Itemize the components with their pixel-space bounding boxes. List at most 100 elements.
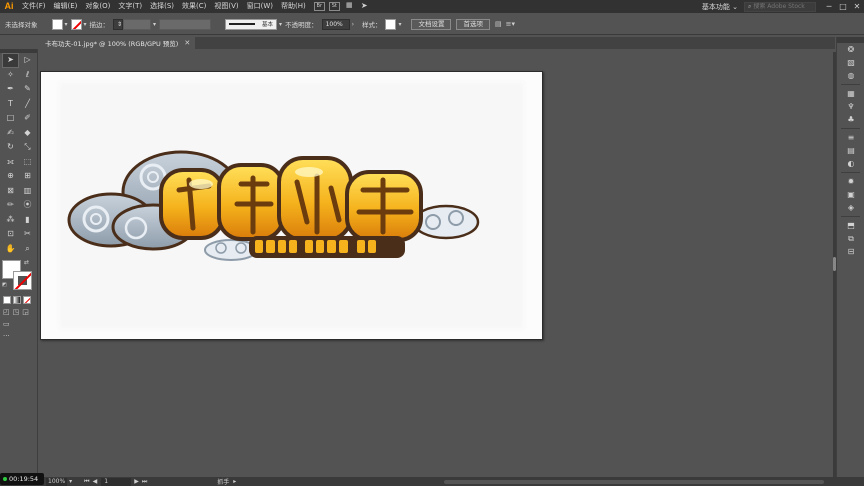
perspective-icon[interactable]: ⊞ [19,169,36,184]
stroke-icon[interactable]: ≡ [837,131,864,144]
chevron-right-icon[interactable]: › [352,21,354,28]
more-tools-icon[interactable]: ··· [3,332,10,340]
graph-icon[interactable]: ▮ [19,213,36,228]
menu-window[interactable]: 窗口(W) [243,0,277,13]
align-icon[interactable]: ⊟ [837,245,864,258]
workspace-switcher[interactable]: 基本功能 ⌄ [696,2,744,12]
swatches-icon[interactable]: ▦ [837,87,864,100]
slice-icon[interactable]: ✂ [19,227,36,242]
gradient-mode-icon[interactable] [13,296,21,304]
chevron-down-icon[interactable]: ▾ [84,21,87,28]
stock-search-input[interactable] [753,3,814,10]
bridge-button[interactable]: Br [313,2,325,11]
lasso-icon[interactable]: ℓ [19,68,36,83]
layers-icon[interactable]: ◈ [837,201,864,214]
links-icon[interactable]: ⧉ [837,232,864,245]
close-button[interactable]: ✕ [850,0,864,13]
menu-object[interactable]: 对象(O) [81,0,114,13]
type-icon[interactable]: T [2,97,19,112]
pen-icon[interactable]: ✒ [2,82,19,97]
menu-view[interactable]: 视图(V) [210,0,242,13]
libraries-icon[interactable]: ▧ [837,56,864,69]
stroke-swatch[interactable] [70,18,82,30]
stock-button[interactable]: St [328,2,340,11]
opacity-field[interactable]: 100% [321,18,350,30]
artboard-icon[interactable]: ⊡ [2,227,19,242]
color-icon[interactable]: ◍ [837,69,864,82]
shape-builder-icon[interactable]: ⊕ [2,169,19,184]
brushes-icon[interactable]: ♆ [837,100,864,113]
line-icon[interactable]: ╱ [19,97,36,112]
status-arrow-icon[interactable]: ▸ [233,478,236,485]
draw-behind-icon[interactable]: ◳ [13,308,20,316]
preferences-button[interactable]: 首选项 [456,18,490,30]
panel-menu-icon[interactable]: ≡▾ [506,20,515,28]
graphic-styles-icon[interactable]: ▣ [837,188,864,201]
menu-help[interactable]: 帮助(H) [277,0,310,13]
brush-definition[interactable]: 基本 [225,18,278,30]
menu-effect[interactable]: 效果(C) [178,0,210,13]
zoom-level-field[interactable]: 100% [46,477,68,486]
zoom-dropdown-icon[interactable]: ▾ [69,478,72,485]
symbol-sprayer-icon[interactable]: ⁂ [2,213,19,228]
kabu-kungfu-logo-image[interactable] [41,72,543,340]
stroke-color-box[interactable] [13,271,32,290]
free-transform-icon[interactable]: ⬚ [19,155,36,170]
opacity-label[interactable]: 不透明度： [285,19,318,29]
gradient-icon[interactable]: ▥ [19,184,36,199]
last-artboard-icon[interactable]: ⏭ [142,478,147,486]
none-mode-icon[interactable] [23,296,31,304]
draw-normal-icon[interactable]: ◰ [3,308,10,316]
horizontal-scrollbar[interactable] [444,479,824,484]
curvature-icon[interactable]: ✎ [19,82,36,97]
width-icon[interactable]: ⟗ [2,155,19,170]
artboard-number-field[interactable]: 1 [101,477,132,486]
hand-icon[interactable]: ✋ [2,242,19,257]
selection-arrow-icon[interactable]: ➤ [2,53,19,68]
color-mode-icon[interactable] [3,296,11,304]
menu-select[interactable]: 选择(S) [146,0,178,13]
shaper-icon[interactable]: ✍ [2,126,19,141]
arrange-documents-icon[interactable]: ▦ [344,2,355,11]
mesh-icon[interactable]: ⊠ [2,184,19,199]
graphic-style-swatch[interactable] [385,18,397,30]
rectangle-icon[interactable]: □ [2,111,19,126]
maximize-button[interactable]: □ [836,0,850,13]
default-fill-stroke-icon[interactable]: ◩ [2,282,7,288]
eyedropper-icon[interactable]: ✏ [2,198,19,213]
chevron-down-icon[interactable]: ▾ [398,21,401,28]
transparency-icon[interactable]: ◐ [837,157,864,170]
appearance-icon[interactable]: ✹ [837,175,864,188]
stroke-weight-stepper[interactable]: ⇕ [113,18,124,30]
blend-icon[interactable]: ⦿ [19,198,36,213]
prev-artboard-icon[interactable]: ◀ [93,478,98,485]
document-setup-button[interactable]: 文档设置 [411,18,452,30]
fill-swatch[interactable] [51,18,63,30]
gpu-performance-icon[interactable]: ➤ [359,2,370,11]
symbols-icon[interactable]: ♣ [837,113,864,126]
document-tab[interactable]: 卡布功夫-01.jpg* @ 100% (RGB/GPU 预览) ✕ [40,37,196,49]
close-icon[interactable]: ✕ [184,39,190,47]
magic-wand-icon[interactable]: ✧ [2,68,19,83]
rotate-icon[interactable]: ↻ [2,140,19,155]
swap-fill-stroke-icon[interactable]: ⇄ [24,259,29,266]
stock-search[interactable]: ⌕ [744,1,816,12]
chevron-down-icon[interactable]: ▾ [153,21,156,28]
draw-inside-icon[interactable]: ◲ [22,308,29,316]
direct-selection-icon[interactable]: ▷ [19,53,36,68]
align-icon[interactable]: ▤ [495,20,502,28]
eraser-icon[interactable]: ◆ [19,126,36,141]
artboard[interactable] [40,71,543,340]
stroke-label[interactable]: 描边： [90,19,110,29]
paintbrush-icon[interactable]: ✐ [19,111,36,126]
minimize-button[interactable]: ─ [822,0,836,13]
stroke-weight-field[interactable] [123,18,152,30]
chevron-down-icon[interactable]: ▾ [65,21,68,28]
zoom-icon[interactable]: ⌕ [19,242,36,257]
gradient-icon[interactable]: ▤ [837,144,864,157]
menu-file[interactable]: 文件(F) [18,0,50,13]
first-artboard-icon[interactable]: ⏮ [84,478,89,486]
variable-width-profile[interactable] [159,18,212,30]
color-guide-icon[interactable]: ❂ [837,43,864,56]
artboards-icon[interactable]: ⬒ [837,219,864,232]
